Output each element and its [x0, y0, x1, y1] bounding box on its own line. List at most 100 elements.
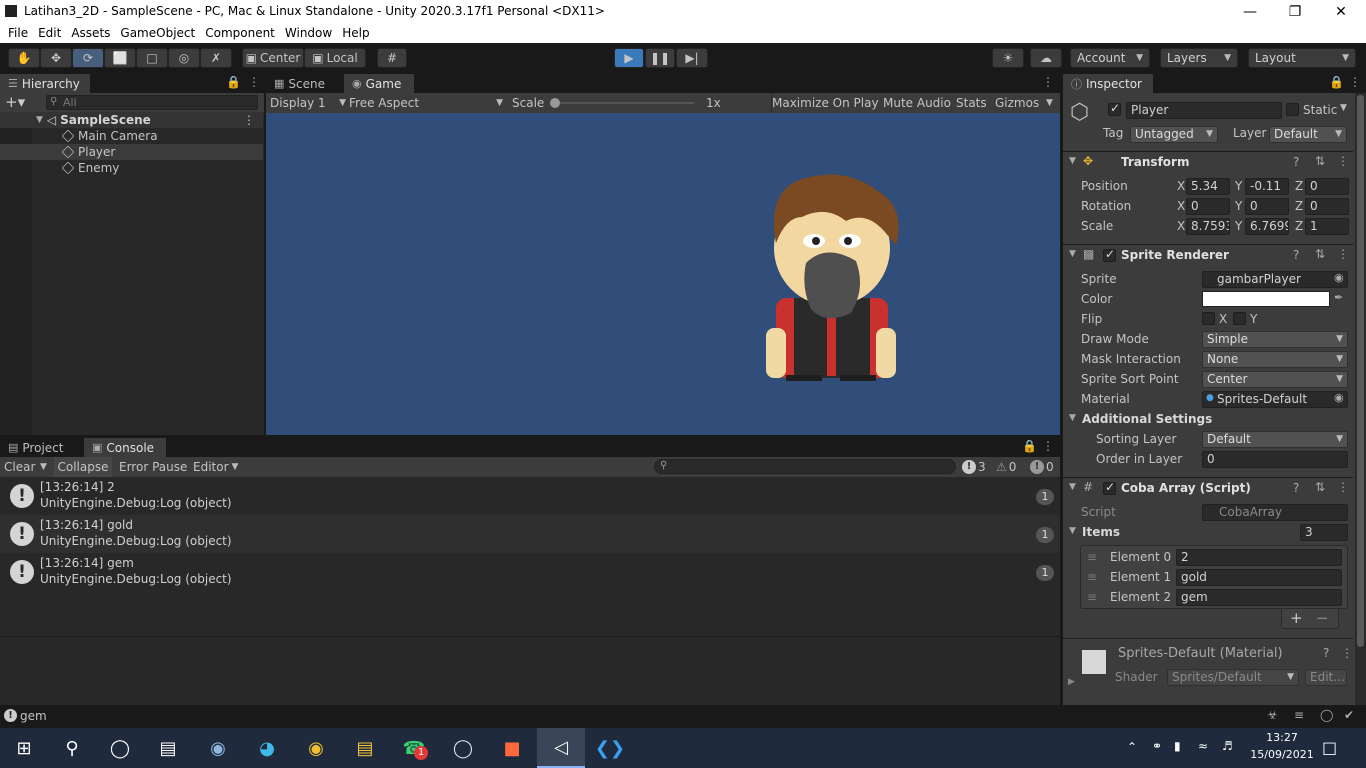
- check-circle-icon[interactable]: ✔: [1344, 708, 1354, 722]
- preset-icon[interactable]: ⇅: [1315, 154, 1325, 168]
- editor-dropdown[interactable]: Editor ▼: [193, 457, 238, 477]
- cloud-icon[interactable]: ☁: [1030, 48, 1062, 68]
- additional-settings-foldout[interactable]: Additional Settings: [1082, 412, 1212, 426]
- pivot-center-button[interactable]: ▣ Center: [242, 48, 304, 68]
- rotation-y-field[interactable]: 0: [1245, 198, 1289, 215]
- clear-button[interactable]: Clear: [4, 457, 35, 477]
- pause-button[interactable]: ❚❚: [645, 48, 675, 68]
- scrollbar-thumb[interactable]: [1357, 95, 1364, 647]
- object-picker-icon[interactable]: ◉: [1334, 391, 1344, 404]
- custom-tool-icon[interactable]: ✗: [200, 48, 232, 68]
- aspect-dropdown[interactable]: Free Aspect ▼: [349, 93, 503, 113]
- chevron-down-icon[interactable]: ▼: [1046, 93, 1053, 113]
- object-picker-icon[interactable]: ◉: [1334, 271, 1344, 284]
- element-0-field[interactable]: 2: [1176, 549, 1342, 566]
- help-icon[interactable]: ?: [1293, 481, 1299, 495]
- position-y-field[interactable]: -0.11: [1245, 178, 1289, 195]
- collapse-toggle[interactable]: Collapse: [54, 457, 112, 477]
- hierarchy-item-main-camera[interactable]: Main Camera: [0, 128, 263, 144]
- order-in-layer-field[interactable]: 0: [1202, 451, 1348, 468]
- menu-window[interactable]: Window: [285, 23, 332, 43]
- flip-y-checkbox[interactable]: [1233, 312, 1246, 325]
- tab-console[interactable]: ▣ Console: [84, 438, 166, 457]
- list-item[interactable]: ! [13:26:14] gem UnityEngine.Debug:Log (…: [0, 553, 1060, 591]
- drag-handle-icon[interactable]: ≡: [1087, 590, 1097, 604]
- scale-z-field[interactable]: 1: [1305, 218, 1349, 235]
- office-icon[interactable]: ■: [488, 728, 536, 768]
- notifications-icon[interactable]: □: [1322, 738, 1337, 757]
- rect-tool-icon[interactable]: □: [136, 48, 168, 68]
- draw-mode-dropdown[interactable]: Simple ▼: [1202, 331, 1348, 348]
- console-search-input[interactable]: [654, 459, 956, 474]
- clock-date[interactable]: 15/09/2021: [1250, 748, 1314, 761]
- account-dropdown[interactable]: Account ▼: [1070, 48, 1150, 68]
- menu-file[interactable]: File: [8, 23, 28, 43]
- camera-icon[interactable]: ◉: [194, 728, 242, 768]
- transform-tool-icon[interactable]: ◎: [168, 48, 200, 68]
- scale-tool-icon[interactable]: ⬜: [104, 48, 136, 68]
- position-z-field[interactable]: 0: [1305, 178, 1349, 195]
- scale-slider-handle[interactable]: [550, 98, 560, 108]
- task-view-icon[interactable]: ▤: [144, 728, 192, 768]
- chevron-down-icon[interactable]: ▼: [1340, 103, 1347, 113]
- tab-hierarchy[interactable]: ☰ Hierarchy: [0, 74, 90, 93]
- script-enabled-checkbox[interactable]: [1103, 480, 1116, 495]
- status-message[interactable]: gem: [20, 709, 47, 723]
- material-field[interactable]: Sprites-Default: [1202, 391, 1348, 408]
- tab-scene[interactable]: ▦ Scene: [266, 74, 338, 93]
- static-checkbox[interactable]: [1286, 103, 1299, 116]
- component-menu-icon[interactable]: ⋮: [1337, 247, 1349, 261]
- coba-array-header[interactable]: ▼ # Coba Array (Script) ? ⇅ ⋮: [1063, 477, 1353, 499]
- clear-options-dropdown[interactable]: ▼: [40, 457, 47, 477]
- error-count-toggle[interactable]: ! 0: [1030, 457, 1054, 477]
- position-x-field[interactable]: 5.34: [1186, 178, 1230, 195]
- chevron-up-icon[interactable]: ⌃: [1127, 740, 1137, 754]
- error-pause-toggle[interactable]: Error Pause: [119, 457, 187, 477]
- items-size-field[interactable]: 3: [1300, 524, 1348, 541]
- hand-tool-icon[interactable]: ✋: [8, 48, 40, 68]
- auto-generate-icon[interactable]: ◯: [1320, 708, 1333, 722]
- file-explorer-icon[interactable]: ▤: [341, 728, 389, 768]
- sprite-renderer-enabled-checkbox[interactable]: [1103, 247, 1116, 262]
- expand-arrow-icon[interactable]: ▼: [1069, 526, 1076, 536]
- mute-audio-toggle[interactable]: Mute Audio: [883, 93, 951, 113]
- add-icon[interactable]: +▾: [5, 93, 25, 111]
- windows-start-icon[interactable]: ⊞: [0, 728, 48, 768]
- scale-x-field[interactable]: 8.7593: [1186, 218, 1230, 235]
- element-1-field[interactable]: gold: [1176, 569, 1342, 586]
- items-foldout[interactable]: Items: [1082, 525, 1120, 539]
- help-icon[interactable]: ?: [1323, 646, 1329, 660]
- mask-interaction-dropdown[interactable]: None ▼: [1202, 351, 1348, 368]
- layer-dropdown[interactable]: Default ▼: [1269, 126, 1347, 143]
- sprite-sort-point-dropdown[interactable]: Center ▼: [1202, 371, 1348, 388]
- menu-assets[interactable]: Assets: [71, 23, 110, 43]
- more-options-icon[interactable]: ⋮: [248, 75, 260, 89]
- scene-menu-icon[interactable]: ⋮: [243, 113, 255, 127]
- display-dropdown[interactable]: Display 1 ▼: [270, 93, 346, 113]
- cortana-icon[interactable]: ◯: [96, 728, 144, 768]
- minimize-icon[interactable]: —: [1227, 0, 1273, 23]
- rotation-z-field[interactable]: 0: [1305, 198, 1349, 215]
- rotation-x-field[interactable]: 0: [1186, 198, 1230, 215]
- layers-dropdown[interactable]: Layers ▼: [1160, 48, 1238, 68]
- hierarchy-item-enemy[interactable]: Enemy: [0, 160, 263, 176]
- color-swatch[interactable]: [1202, 291, 1330, 307]
- menu-component[interactable]: Component: [205, 23, 275, 43]
- close-icon[interactable]: ✕: [1318, 0, 1364, 23]
- lock-icon[interactable]: 🔒: [1022, 439, 1037, 453]
- shader-dropdown[interactable]: Sprites/Default ▼: [1167, 669, 1299, 686]
- step-button[interactable]: ▶|: [676, 48, 708, 68]
- list-item[interactable]: ! [13:26:14] gold UnityEngine.Debug:Log …: [0, 515, 1060, 553]
- tag-dropdown[interactable]: Untagged ▼: [1130, 126, 1218, 143]
- tab-game[interactable]: ◉ Game: [344, 74, 414, 93]
- flip-x-checkbox[interactable]: [1202, 312, 1215, 325]
- expand-arrow-icon[interactable]: ▶: [1068, 677, 1075, 687]
- clock-time[interactable]: 13:27: [1250, 731, 1314, 744]
- unity-taskbar-icon[interactable]: ◁: [537, 728, 585, 768]
- menu-gameobject[interactable]: GameObject: [120, 23, 195, 43]
- restore-icon[interactable]: ❐: [1272, 0, 1318, 23]
- add-element-icon[interactable]: +: [1290, 609, 1303, 627]
- search-icon[interactable]: ⚲: [48, 728, 96, 768]
- grid-snap-icon[interactable]: #: [377, 48, 407, 68]
- active-checkbox[interactable]: [1108, 101, 1121, 116]
